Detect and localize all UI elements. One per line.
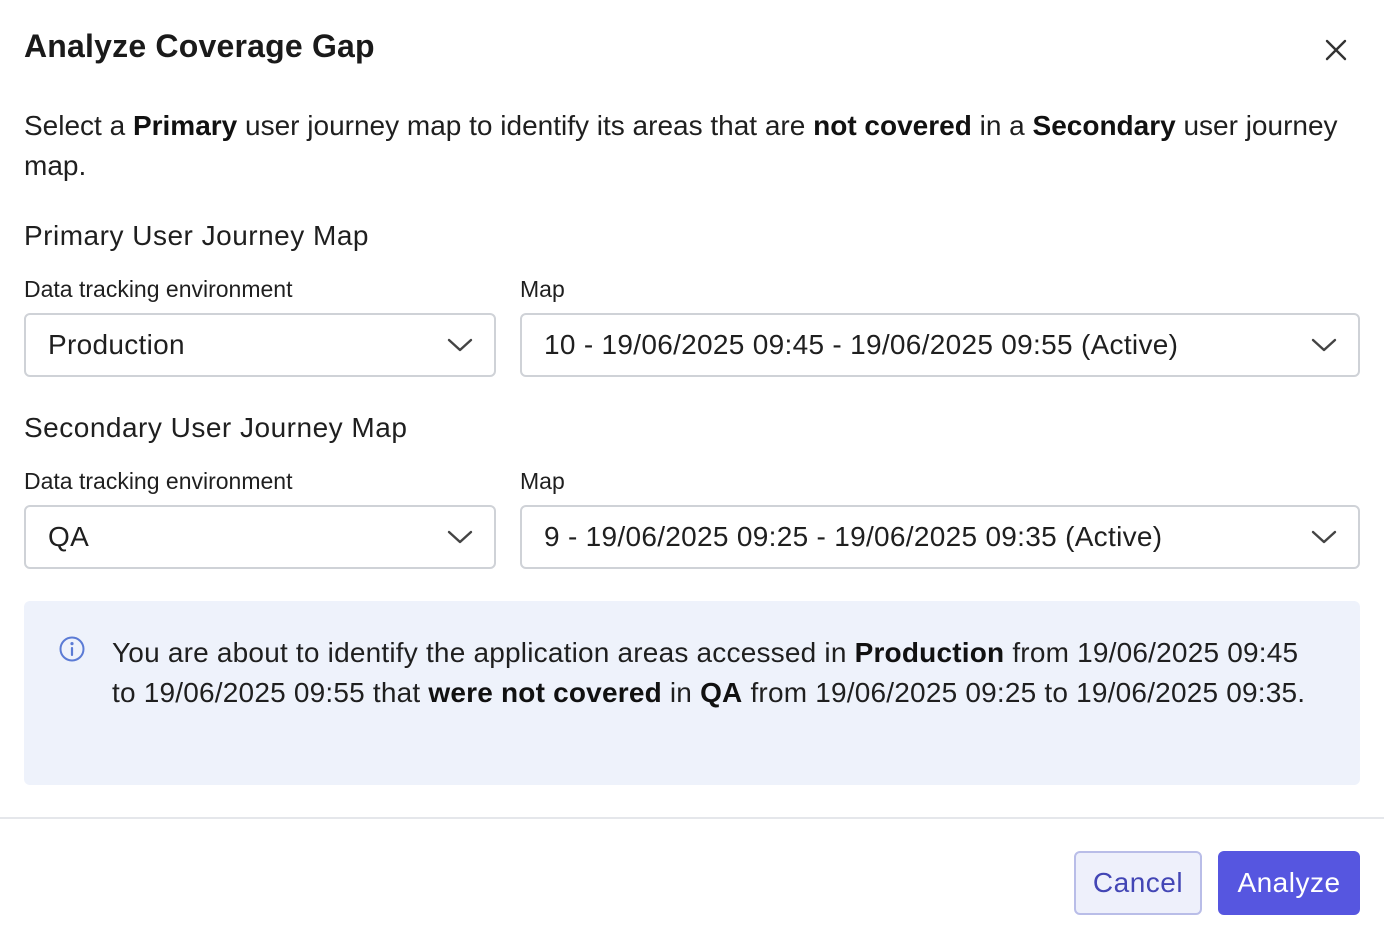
analyze-coverage-gap-dialog: Analyze Coverage Gap Select a Primary us… — [0, 0, 1384, 936]
cancel-button[interactable]: Cancel — [1074, 851, 1202, 915]
analyze-button[interactable]: Analyze — [1218, 851, 1360, 915]
chevron-down-icon — [446, 331, 474, 359]
primary-map-select[interactable]: 10 - 19/06/2025 09:45 - 19/06/2025 09:55… — [520, 313, 1360, 377]
chevron-down-icon — [446, 523, 474, 551]
info-message: You are about to identify the applicatio… — [112, 637, 1306, 708]
primary-env-label: Data tracking environment — [24, 276, 293, 302]
secondary-map-select[interactable]: 9 - 19/06/2025 09:25 - 19/06/2025 09:35 … — [520, 505, 1360, 569]
info-icon — [58, 635, 86, 663]
secondary-env-label: Data tracking environment — [24, 468, 293, 494]
primary-section-title: Primary User Journey Map — [24, 220, 369, 251]
primary-map-value: 10 - 19/06/2025 09:45 - 19/06/2025 09:55… — [544, 329, 1179, 360]
secondary-env-value: QA — [48, 521, 90, 552]
dialog-title: Analyze Coverage Gap — [24, 28, 375, 64]
secondary-map-value: 9 - 19/06/2025 09:25 - 19/06/2025 09:35 … — [544, 521, 1163, 552]
intro-text: Select a Primary user journey map to ide… — [24, 110, 1338, 181]
primary-map-label: Map — [520, 276, 565, 302]
primary-env-select[interactable]: Production — [24, 313, 496, 377]
primary-env-value: Production — [48, 329, 185, 360]
secondary-env-select[interactable]: QA — [24, 505, 496, 569]
secondary-section-title: Secondary User Journey Map — [24, 412, 408, 443]
close-button[interactable] — [1318, 32, 1354, 68]
chevron-down-icon — [1310, 331, 1338, 359]
info-callout: You are about to identify the applicatio… — [24, 601, 1360, 785]
chevron-down-icon — [1310, 523, 1338, 551]
close-icon — [1325, 39, 1347, 61]
secondary-map-label: Map — [520, 468, 565, 494]
footer-divider — [0, 817, 1384, 819]
